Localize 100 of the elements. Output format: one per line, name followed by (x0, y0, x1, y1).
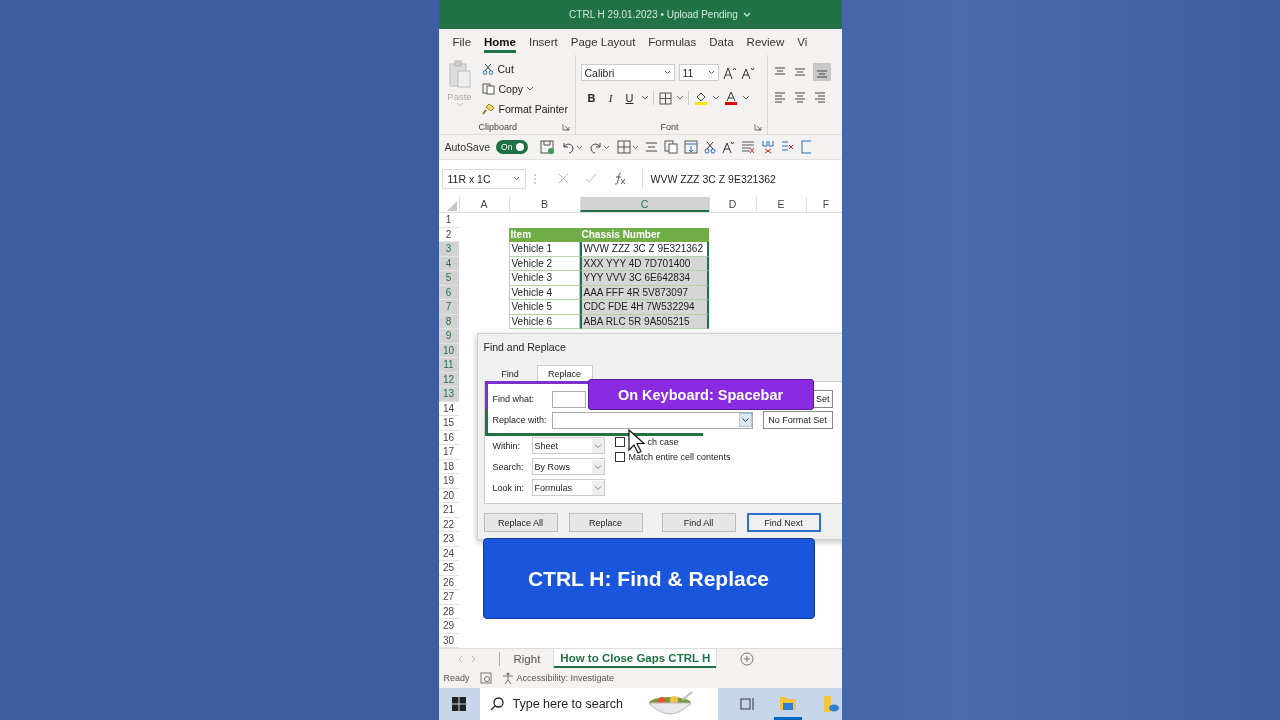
table-cell[interactable]: WVW ZZZ 3C Z 9E321362 (579, 242, 709, 257)
italic-button[interactable]: I (603, 92, 618, 104)
row-header[interactable]: 29 (438, 619, 459, 634)
ribbon-tab[interactable]: Review (746, 31, 785, 53)
row-header[interactable]: 1 (438, 213, 459, 228)
dialog-tab[interactable]: Find (488, 367, 532, 381)
row-header[interactable]: 13 (438, 387, 459, 402)
underline-button[interactable]: U (622, 92, 637, 104)
dialog-tab[interactable]: Replace (536, 365, 593, 381)
format-painter-button[interactable]: Format Painter (481, 100, 568, 117)
ribbon-tab[interactable]: Page Layout (570, 31, 636, 53)
delete-column-icon[interactable] (781, 140, 796, 154)
copy-icon[interactable] (664, 140, 679, 154)
ribbon-tab[interactable]: File (452, 31, 472, 53)
function-icon[interactable] (612, 172, 627, 185)
caret-icon[interactable] (712, 96, 719, 100)
add-sheet-icon[interactable] (740, 651, 755, 666)
row-header[interactable]: 15 (438, 416, 459, 431)
row-header[interactable]: 7 (438, 300, 459, 315)
caret-icon[interactable] (742, 96, 749, 100)
checkbox[interactable] (614, 437, 625, 447)
checkbox-label[interactable]: ch case (647, 437, 679, 447)
dialog-button[interactable]: Find All (661, 513, 736, 532)
align-bottom-icon[interactable] (812, 63, 831, 81)
row-header[interactable]: 19 (438, 474, 459, 489)
checkbox-label[interactable]: Match entire cell contents (628, 452, 731, 462)
row-header[interactable]: 21 (438, 503, 459, 518)
autosave-toggle[interactable]: On (496, 140, 529, 154)
column-header[interactable]: C (579, 197, 709, 212)
row-header[interactable]: 3 (438, 242, 459, 257)
format-button[interactable]: Set (812, 390, 833, 408)
borders-icon[interactable] (658, 91, 672, 105)
dialog-button[interactable]: Replace All (483, 513, 558, 532)
borders-icon[interactable] (617, 140, 640, 154)
dialog-launcher-icon[interactable] (561, 122, 570, 131)
increase-font-icon[interactable] (722, 65, 737, 80)
copy-button[interactable]: Copy (481, 80, 568, 97)
checkbox[interactable] (614, 452, 625, 462)
decrease-font-icon[interactable] (740, 65, 755, 80)
sheet-tab[interactable]: Right (507, 649, 547, 668)
ribbon-tab[interactable]: Vi (797, 31, 808, 53)
taskbar-search-field[interactable]: Type here to search (479, 688, 718, 720)
font-size-field[interactable]: 11 (678, 64, 719, 81)
table-cell[interactable]: YYY VVV 3C 6E642834 (579, 271, 709, 286)
caret-icon[interactable] (641, 96, 648, 100)
align-right-icon[interactable] (812, 91, 827, 103)
ribbon-tab[interactable]: Formulas (648, 31, 697, 53)
align-icon[interactable] (645, 140, 659, 154)
font-name-field[interactable]: Calibri (580, 64, 675, 81)
align-left-icon[interactable] (772, 91, 787, 103)
task-view-icon[interactable] (739, 697, 756, 711)
clear-format-icon[interactable] (741, 140, 756, 154)
column-header[interactable]: E (755, 197, 806, 212)
macro-recorder-icon[interactable] (479, 672, 492, 684)
folder-cloud-icon[interactable] (821, 695, 840, 713)
ribbon-tab[interactable]: Insert (529, 31, 558, 53)
check-icon[interactable] (584, 173, 597, 184)
formula-field[interactable]: WVW ZZZ 3C Z 9E321362 (641, 168, 839, 189)
row-header[interactable]: 23 (438, 532, 459, 547)
insert-row-icon[interactable] (684, 140, 699, 154)
cut-icon[interactable] (704, 140, 717, 154)
windows-start-icon[interactable] (451, 697, 466, 711)
align-center-icon[interactable] (792, 91, 807, 103)
bold-button[interactable]: B (584, 92, 599, 104)
column-header[interactable]: F (805, 197, 842, 212)
redo-icon[interactable] (589, 140, 612, 154)
option-dropdown[interactable]: Formulas (531, 479, 605, 496)
row-header[interactable]: 9 (438, 329, 459, 344)
option-dropdown[interactable]: By Rows (531, 458, 605, 475)
dialog-launcher-icon[interactable] (753, 122, 762, 131)
find-what-field[interactable] (551, 390, 586, 408)
option-dropdown[interactable]: Sheet (531, 437, 605, 454)
dialog-button[interactable]: Replace (568, 513, 643, 532)
save-icon[interactable] (540, 139, 556, 155)
undo-icon[interactable] (561, 140, 584, 154)
row-header[interactable]: 27 (438, 590, 459, 605)
align-middle-icon[interactable] (792, 66, 807, 78)
align-top-icon[interactable] (772, 66, 787, 78)
fill-color-icon[interactable] (693, 91, 708, 105)
row-header[interactable]: 25 (438, 561, 459, 576)
unmerge-icon[interactable] (761, 140, 776, 154)
column-header[interactable]: A (458, 197, 509, 212)
replace-with-field[interactable] (551, 411, 753, 429)
dropdown-arrow-icon[interactable] (738, 412, 752, 427)
cut-button[interactable]: Cut (481, 60, 568, 77)
accessibility-icon[interactable] (501, 672, 514, 684)
format-button[interactable]: No Format Set (762, 411, 833, 429)
ribbon-tab[interactable]: Data (709, 31, 734, 53)
decrease-font-icon[interactable] (722, 140, 736, 154)
name-box[interactable]: 11R x 1C (441, 168, 526, 189)
row-header[interactable]: 11 (438, 358, 459, 373)
column-header[interactable]: D (708, 197, 756, 212)
sheet-tab[interactable]: How to Close Gaps CTRL H (554, 649, 717, 668)
caret-icon[interactable] (676, 96, 683, 100)
accessibility-status[interactable]: Accessibility: Investigate (516, 673, 615, 683)
font-color-icon[interactable] (723, 91, 738, 105)
row-header[interactable]: 5 (438, 271, 459, 286)
row-header[interactable]: 17 (438, 445, 459, 460)
dialog-button[interactable]: Find Next (746, 513, 821, 532)
column-header[interactable]: B (508, 197, 580, 212)
